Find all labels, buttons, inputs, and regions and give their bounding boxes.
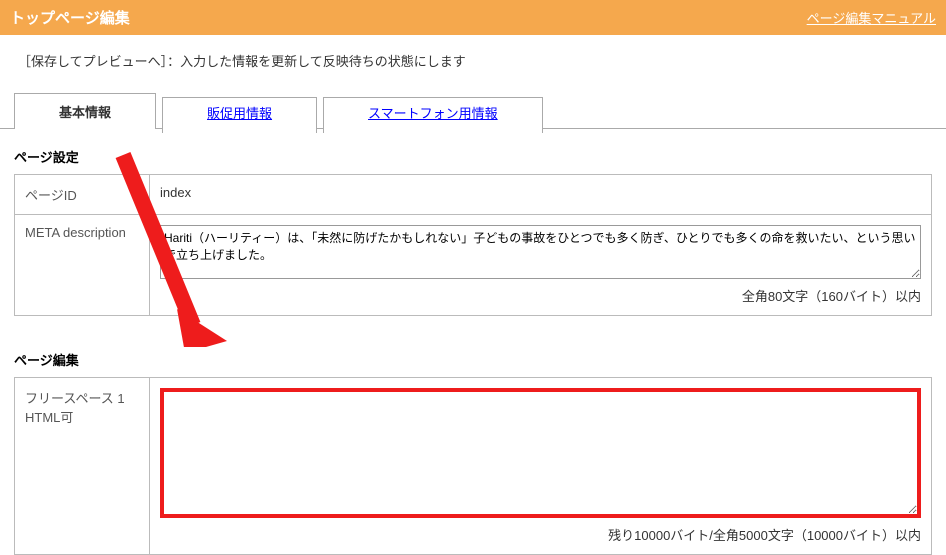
tab-basic-info[interactable]: 基本情報 xyxy=(14,93,156,129)
freespace-label-line2: HTML可 xyxy=(25,410,73,425)
table-row: ページID index xyxy=(15,175,932,215)
tab-smartphone-info[interactable]: スマートフォン用情報 xyxy=(323,97,543,133)
meta-description-limit: 全角80文字（160バイト）以内 xyxy=(160,286,921,305)
page-settings-title: ページ設定 xyxy=(14,147,932,174)
meta-description-textarea[interactable]: Hariti（ハーリティー）は、「未然に防げたかもしれない」子どもの事故をひとつ… xyxy=(160,225,921,279)
meta-description-label: META description xyxy=(15,215,150,316)
freespace-textarea[interactable] xyxy=(160,388,921,518)
page-edit-table: フリースペース 1 HTML可 残り10000バイト/全角5000文字（1000… xyxy=(14,377,932,555)
freespace-label: フリースペース 1 HTML可 xyxy=(15,378,150,555)
content-area: ページ設定 ページID index META description Harit… xyxy=(0,129,946,555)
instruction-text: ［保存してプレビューへ］：入力した情報を更新して反映待ちの状態にします xyxy=(0,35,946,92)
freespace-cell: 残り10000バイト/全角5000文字（10000バイト）以内 xyxy=(150,378,932,555)
page-settings-table: ページID index META description Hariti（ハーリテ… xyxy=(14,174,932,316)
page-edit-section: ページ編集 フリースペース 1 HTML可 残り10000バイト/全角5000文… xyxy=(14,350,932,555)
manual-link[interactable]: ページ編集マニュアル xyxy=(807,8,936,27)
freespace-label-line1: フリースペース 1 xyxy=(25,391,125,406)
table-row: META description Hariti（ハーリティー）は、「未然に防げた… xyxy=(15,215,932,316)
table-row: フリースペース 1 HTML可 残り10000バイト/全角5000文字（1000… xyxy=(15,378,932,555)
tab-promo-info[interactable]: 販促用情報 xyxy=(162,97,317,133)
page-id-value: index xyxy=(150,175,932,215)
page-title: トップページ編集 xyxy=(10,7,130,28)
tabs-container: 基本情報 販促用情報 スマートフォン用情報 xyxy=(0,92,946,129)
page-header: トップページ編集 ページ編集マニュアル xyxy=(0,0,946,35)
meta-description-cell: Hariti（ハーリティー）は、「未然に防げたかもしれない」子どもの事故をひとつ… xyxy=(150,215,932,316)
page-edit-title: ページ編集 xyxy=(14,350,932,377)
page-id-label: ページID xyxy=(15,175,150,215)
freespace-limit: 残り10000バイト/全角5000文字（10000バイト）以内 xyxy=(160,525,921,544)
